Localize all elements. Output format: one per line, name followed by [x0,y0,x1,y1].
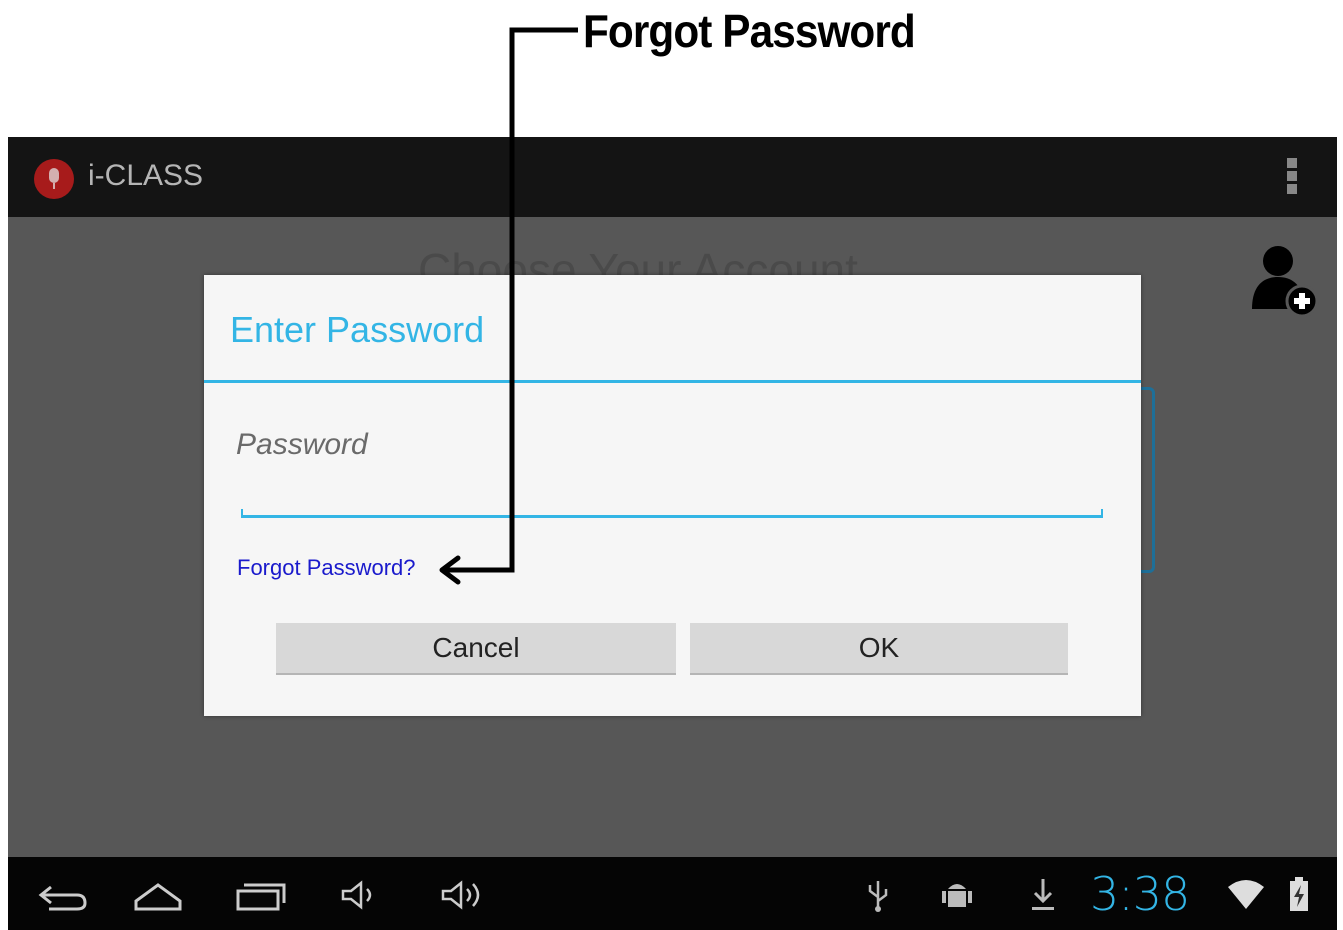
android-debug-icon [940,877,974,917]
download-icon [1028,877,1058,917]
cancel-button[interactable]: Cancel [276,623,676,675]
overflow-menu-icon[interactable] [1287,158,1297,196]
wifi-icon [1228,877,1264,915]
action-bar: i-CLASS [8,137,1337,217]
system-navigation-bar: 3:38 [8,857,1337,930]
enter-password-dialog: Enter Password Forgot Password? Cancel O… [204,275,1141,716]
app-title: i-CLASS [88,159,204,192]
password-input-underline [241,509,1103,518]
usb-icon [863,877,893,917]
password-input[interactable] [236,420,1106,470]
volume-down-icon[interactable] [333,875,393,915]
forgot-password-link[interactable]: Forgot Password? [237,555,416,581]
dialog-title: Enter Password [230,309,485,350]
app-microphone-icon[interactable] [34,159,74,199]
home-icon[interactable] [128,875,188,915]
status-clock: 3:38 [1090,867,1190,921]
back-icon[interactable] [33,875,93,915]
ok-button[interactable]: OK [690,623,1068,675]
volume-up-icon[interactable] [433,875,493,915]
dialog-title-divider [204,380,1141,383]
battery-charging-icon [1288,877,1310,917]
add-account-icon[interactable] [1244,243,1324,318]
recent-apps-icon[interactable] [230,875,290,915]
annotation-label: Forgot Password [583,5,916,57]
